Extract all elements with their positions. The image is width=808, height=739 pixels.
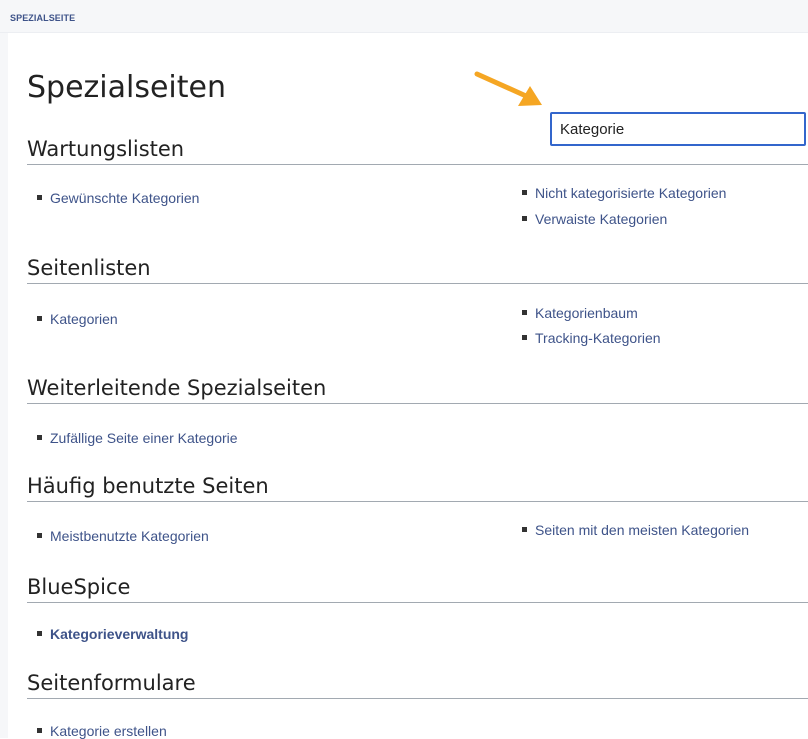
arrow-pointer-icon xyxy=(474,71,542,106)
bullet-icon xyxy=(522,189,527,195)
bullet-icon xyxy=(522,334,527,340)
bullet-icon xyxy=(522,309,527,315)
link-kategorie-erstellen[interactable]: Kategorie erstellen xyxy=(37,723,167,739)
bullet-icon xyxy=(37,315,42,321)
bullet-icon xyxy=(522,526,527,532)
link-nicht-kategorisierte-kategorien[interactable]: Nicht kategorisierte Kategorien xyxy=(522,185,726,201)
link-kategorien[interactable]: Kategorien xyxy=(37,311,118,327)
section-heading-weiterleitende: Weiterleitende Spezialseiten xyxy=(27,376,808,404)
link-meistbenutzte-kategorien[interactable]: Meistbenutzte Kategorien xyxy=(37,528,209,544)
page-type-tag: SPEZIALSEITE xyxy=(10,13,76,23)
link-seiten-meiste-kategorien[interactable]: Seiten mit den meisten Kategorien xyxy=(522,522,749,538)
link-gewuenschte-kategorien[interactable]: Gewünschte Kategorien xyxy=(37,190,199,206)
bullet-icon xyxy=(522,215,527,221)
bullet-icon xyxy=(37,727,42,733)
section-heading-bluespice: BlueSpice xyxy=(27,575,808,603)
sidebar-strip xyxy=(0,33,8,738)
link-verwaiste-kategorien[interactable]: Verwaiste Kategorien xyxy=(522,211,667,227)
section-heading-wartungslisten: Wartungslisten xyxy=(27,137,808,165)
section-heading-haeufig: Häufig benutzte Seiten xyxy=(27,474,808,502)
bullet-icon xyxy=(37,434,42,440)
bullet-icon xyxy=(37,630,42,636)
top-bar: SPEZIALSEITE xyxy=(0,0,808,33)
bullet-icon xyxy=(37,532,42,538)
section-heading-seitenlisten: Seitenlisten xyxy=(27,256,808,284)
link-kategorieverwaltung[interactable]: Kategorieverwaltung xyxy=(37,626,188,642)
section-heading-seitenformulare: Seitenformulare xyxy=(27,671,808,699)
link-tracking-kategorien[interactable]: Tracking-Kategorien xyxy=(522,330,661,346)
bullet-icon xyxy=(37,194,42,200)
link-zufaellige-seite[interactable]: Zufällige Seite einer Kategorie xyxy=(37,430,238,446)
link-kategorienbaum[interactable]: Kategorienbaum xyxy=(522,305,638,321)
page-title: Spezialseiten xyxy=(27,70,226,105)
